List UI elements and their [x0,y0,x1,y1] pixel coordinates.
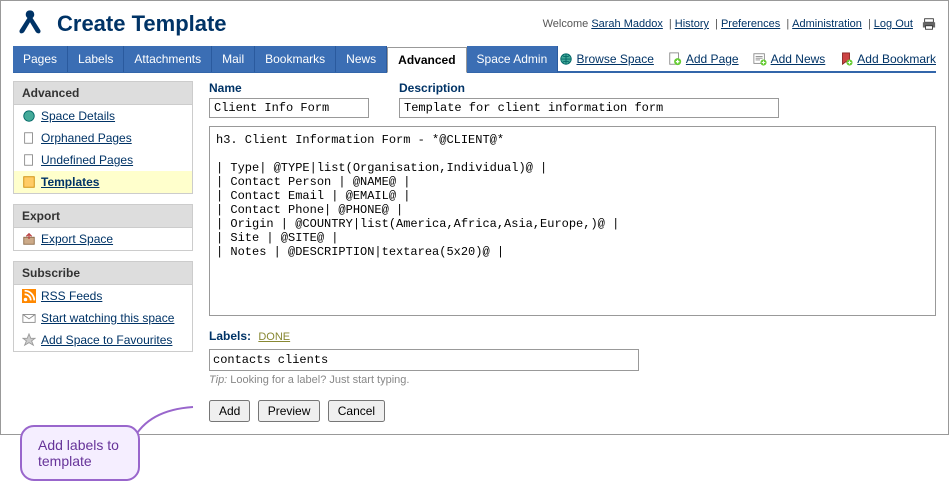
app-logo [13,7,47,41]
user-links: Welcome Sarah Maddox |History |Preferenc… [543,17,936,31]
logout-link[interactable]: Log Out [874,18,913,30]
sidebar-orphaned-pages[interactable]: Orphaned Pages [14,127,192,149]
panel-export-header: Export [14,205,192,228]
globe-icon [559,52,573,66]
rss-icon [22,289,36,303]
labels-tip: Tip: Looking for a label? Just start typ… [209,374,936,386]
labels-input[interactable] [209,349,639,371]
add-news-link[interactable]: Add News [753,52,826,66]
preview-button[interactable]: Preview [258,400,321,422]
top-bar: Create Template Welcome Sarah Maddox |Hi… [13,7,936,41]
description-label: Description [399,81,779,95]
name-label: Name [209,81,369,95]
print-icon[interactable] [922,17,936,31]
sidebar-undefined-pages[interactable]: Undefined Pages [14,149,192,171]
sidebar-favourite[interactable]: Add Space to Favourites [14,329,192,351]
tab-advanced[interactable]: Advanced [387,47,466,73]
tab-news[interactable]: News [336,46,387,72]
add-bookmark-link[interactable]: Add Bookmark [839,52,936,66]
preferences-link[interactable]: Preferences [721,18,780,30]
add-page-link[interactable]: Add Page [668,52,739,66]
administration-link[interactable]: Administration [792,18,862,30]
callout: Add labels to template [20,425,140,481]
sidebar-rss[interactable]: RSS Feeds [14,285,192,307]
tab-bar: Pages Labels Attachments Mail Bookmarks … [13,47,936,73]
globe-icon [22,109,36,123]
export-icon [22,232,36,246]
sidebar-export-space[interactable]: Export Space [14,228,192,250]
tab-labels[interactable]: Labels [68,46,124,72]
tab-mail[interactable]: Mail [212,46,255,72]
add-button[interactable]: Add [209,400,250,422]
page-icon [22,131,36,145]
labels-title: Labels: [209,329,251,343]
template-icon [22,175,36,189]
description-input[interactable] [399,98,779,118]
tab-space-admin[interactable]: Space Admin [467,46,559,72]
sidebar-space-details[interactable]: Space Details [14,105,192,127]
labels-done-link[interactable]: DONE [258,331,290,343]
history-link[interactable]: History [675,18,709,30]
panel-advanced-header: Advanced [14,82,192,105]
add-page-icon [668,52,682,66]
tab-pages[interactable]: Pages [13,46,68,72]
name-input[interactable] [209,98,369,118]
add-news-icon [753,52,767,66]
main-content: Name Description h3. Client Information … [209,81,936,422]
user-link[interactable]: Sarah Maddox [591,18,663,30]
template-body-textarea[interactable]: h3. Client Information Form - *@CLIENT@*… [209,126,936,316]
panel-subscribe-header: Subscribe [14,262,192,285]
sidebar-watch[interactable]: Start watching this space [14,307,192,329]
page-icon [22,153,36,167]
star-icon [22,333,36,347]
sidebar: Advanced Space Details Orphaned Pages Un… [13,81,193,422]
sidebar-templates[interactable]: Templates [14,171,192,193]
mail-icon [22,311,36,325]
browse-space-link[interactable]: Browse Space [559,52,654,66]
cancel-button[interactable]: Cancel [328,400,385,422]
page-title: Create Template [57,11,227,37]
add-bookmark-icon [839,52,853,66]
tab-attachments[interactable]: Attachments [124,46,212,72]
tab-bookmarks[interactable]: Bookmarks [255,46,336,72]
